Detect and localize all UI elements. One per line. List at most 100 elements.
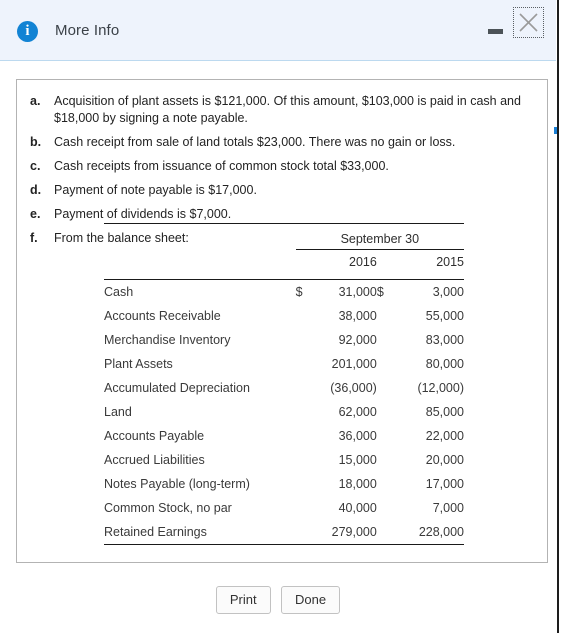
row-value-2016: (36,000) bbox=[330, 381, 377, 395]
row-currency-2016 bbox=[296, 496, 316, 520]
row-value-2015: 22,000 bbox=[425, 429, 464, 443]
close-icon bbox=[519, 13, 538, 32]
row-currency-2015 bbox=[377, 472, 403, 496]
table-row: Notes Payable (long-term) 18,000 17,000 bbox=[104, 472, 464, 496]
row-currency-2015 bbox=[377, 448, 403, 472]
window-edge-marker bbox=[554, 127, 557, 134]
done-button[interactable]: Done bbox=[281, 586, 341, 614]
row-value-2015: 55,000 bbox=[425, 309, 464, 323]
list-item-letter: b. bbox=[30, 135, 42, 149]
row-label: Land bbox=[104, 405, 132, 419]
list-item-letter: e. bbox=[30, 207, 41, 221]
row-value-2016: 31,000 bbox=[338, 285, 377, 299]
row-value-2015: 3,000 bbox=[432, 285, 464, 299]
table-row: Accounts Payable 36,000 22,000 bbox=[104, 424, 464, 448]
list-item-text: Cash receipts from issuance of common st… bbox=[54, 159, 389, 173]
column-header-2015: 2015 bbox=[436, 255, 464, 269]
table-row: Retained Earnings 279,000 228,000 bbox=[104, 520, 464, 545]
row-value-2015: 17,000 bbox=[425, 477, 464, 491]
row-value-2015: (12,000) bbox=[417, 381, 464, 395]
row-label: Accumulated Depreciation bbox=[104, 381, 250, 395]
table-row: Accounts Receivable 38,000 55,000 bbox=[104, 304, 464, 328]
row-currency-2015: $ bbox=[376, 285, 384, 299]
list-item: d. Payment of note payable is $17,000. bbox=[30, 182, 530, 199]
row-value-2016: 18,000 bbox=[338, 477, 377, 491]
dialog-title: More Info bbox=[55, 22, 120, 39]
row-currency-2016: $ bbox=[295, 285, 303, 299]
row-value-2015: 83,000 bbox=[425, 333, 464, 347]
row-currency-2015 bbox=[377, 496, 403, 520]
row-value-2016: 201,000 bbox=[331, 357, 377, 371]
list-item-letter: c. bbox=[30, 159, 41, 173]
row-value-2015: 228,000 bbox=[418, 525, 464, 539]
row-currency-2015 bbox=[377, 376, 403, 400]
dialog-titlebar: i More Info bbox=[0, 0, 556, 61]
list-item-text: Payment of note payable is $17,000. bbox=[54, 183, 257, 197]
column-group-header: September 30 bbox=[295, 232, 464, 250]
list-item-letter: d. bbox=[30, 183, 42, 197]
list-item-letter: f. bbox=[30, 231, 38, 245]
table-row: Accrued Liabilities 15,000 20,000 bbox=[104, 448, 464, 472]
table-top-rule bbox=[104, 223, 464, 232]
table-row: Plant Assets 201,000 80,000 bbox=[104, 352, 464, 376]
row-currency-2016 bbox=[296, 448, 316, 472]
table-row: Cash $ 31,000 $ 3,000 bbox=[104, 280, 464, 305]
table-row: Common Stock, no par 40,000 7,000 bbox=[104, 496, 464, 520]
table-row: Merchandise Inventory 92,000 83,000 bbox=[104, 328, 464, 352]
row-currency-2015 bbox=[377, 520, 403, 545]
list-item: c. Cash receipts from issuance of common… bbox=[30, 158, 530, 175]
row-label: Merchandise Inventory bbox=[104, 333, 231, 347]
row-currency-2015 bbox=[377, 328, 403, 352]
row-currency-2016 bbox=[296, 400, 316, 424]
table-year-header-row: 2016 2015 bbox=[104, 250, 464, 276]
close-button[interactable] bbox=[513, 7, 544, 38]
row-label: Notes Payable (long-term) bbox=[104, 477, 250, 491]
table-group-header-row: September 30 bbox=[104, 232, 464, 250]
row-label: Common Stock, no par bbox=[104, 501, 232, 515]
row-currency-2016 bbox=[296, 376, 316, 400]
row-value-2016: 92,000 bbox=[338, 333, 377, 347]
list-item-text: Acquisition of plant assets is $121,000.… bbox=[54, 94, 521, 125]
row-value-2016: 279,000 bbox=[331, 525, 377, 539]
print-button[interactable]: Print bbox=[215, 586, 271, 614]
balance-sheet-table-wrapper: September 30 2016 2015 Cash $ 31,000 $ 3… bbox=[104, 223, 464, 547]
dialog-footer: Print Done bbox=[0, 586, 556, 614]
row-currency-2016 bbox=[296, 304, 316, 328]
window-right-edge bbox=[557, 0, 559, 633]
row-currency-2016 bbox=[296, 352, 316, 376]
list-item: a. Acquisition of plant assets is $121,0… bbox=[30, 93, 530, 127]
table-bottom-rule bbox=[104, 544, 464, 547]
row-currency-2015 bbox=[377, 304, 403, 328]
content-panel: a. Acquisition of plant assets is $121,0… bbox=[16, 79, 548, 563]
row-label: Accrued Liabilities bbox=[104, 453, 205, 467]
row-currency-2015 bbox=[377, 424, 403, 448]
list-item-text: Payment of dividends is $7,000. bbox=[54, 207, 232, 221]
list-item-text: Cash receipt from sale of land totals $2… bbox=[54, 135, 456, 149]
row-label: Retained Earnings bbox=[104, 525, 207, 539]
balance-sheet-table: September 30 2016 2015 Cash $ 31,000 $ 3… bbox=[104, 223, 464, 547]
row-label: Plant Assets bbox=[104, 357, 173, 371]
info-circle-icon: i bbox=[17, 21, 38, 42]
row-label: Accounts Payable bbox=[104, 429, 205, 443]
row-label: Accounts Receivable bbox=[104, 309, 221, 323]
row-value-2015: 85,000 bbox=[425, 405, 464, 419]
row-value-2016: 38,000 bbox=[338, 309, 377, 323]
row-label: Cash bbox=[104, 285, 134, 299]
row-currency-2016 bbox=[296, 328, 316, 352]
row-value-2015: 7,000 bbox=[432, 501, 464, 515]
table-row: Accumulated Depreciation (36,000) (12,00… bbox=[104, 376, 464, 400]
row-value-2015: 20,000 bbox=[425, 453, 464, 467]
minimize-button[interactable] bbox=[486, 22, 508, 40]
row-currency-2016 bbox=[296, 520, 316, 545]
list-item-letter: a. bbox=[30, 94, 41, 108]
table-row: Land 62,000 85,000 bbox=[104, 400, 464, 424]
minimize-icon bbox=[488, 29, 503, 34]
row-currency-2016 bbox=[296, 472, 316, 496]
row-currency-2015 bbox=[377, 352, 403, 376]
list-item: b. Cash receipt from sale of land totals… bbox=[30, 134, 530, 151]
row-value-2016: 15,000 bbox=[338, 453, 377, 467]
list-item: e. Payment of dividends is $7,000. bbox=[30, 206, 530, 223]
row-value-2016: 36,000 bbox=[338, 429, 377, 443]
row-value-2015: 80,000 bbox=[425, 357, 464, 371]
column-header-2016: 2016 bbox=[349, 255, 377, 269]
